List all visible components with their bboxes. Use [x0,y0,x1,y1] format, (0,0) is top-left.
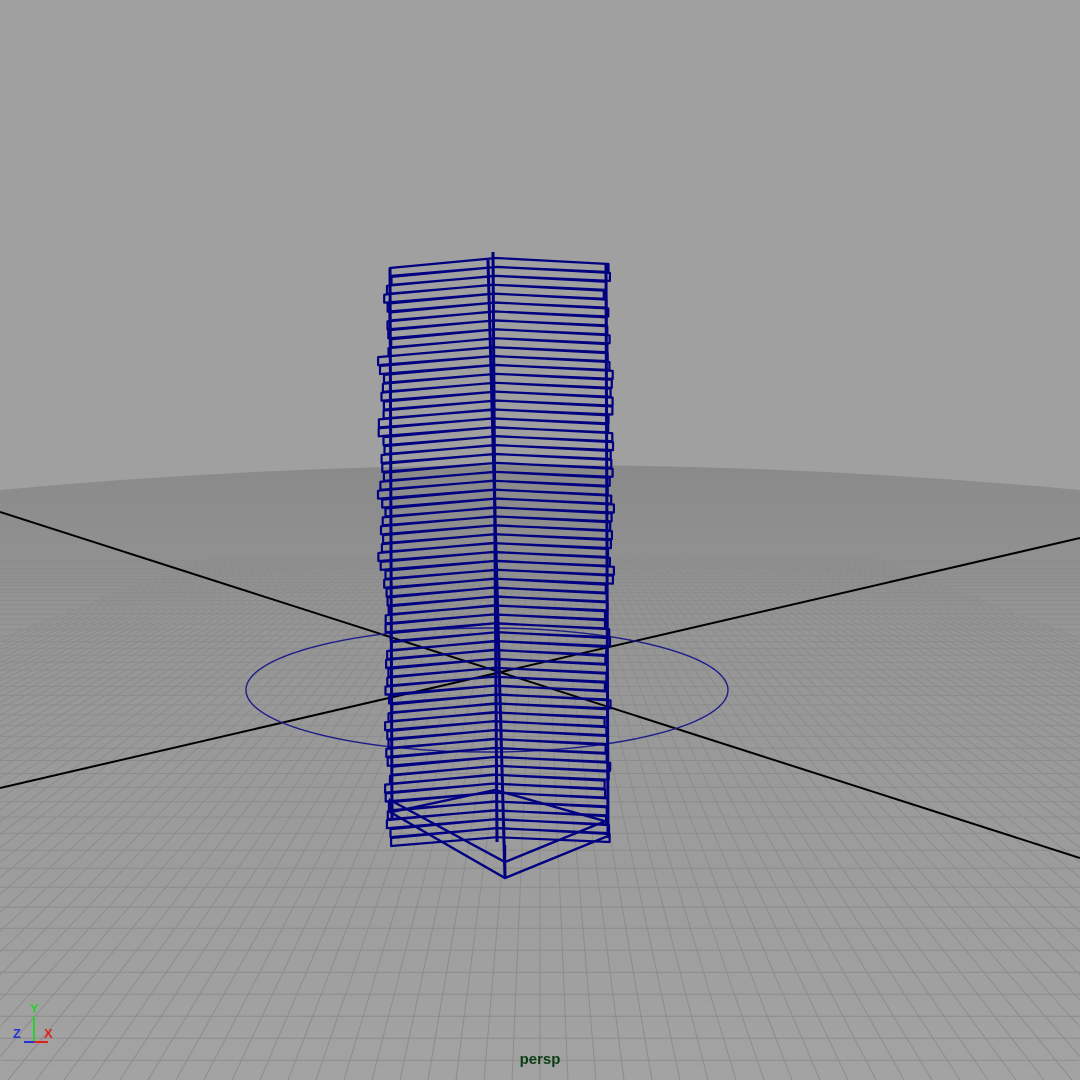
tower-corner-edge[interactable] [604,263,610,839]
view-axis-gizmo: Y Z X [10,1002,60,1052]
viewport-canvas[interactable] [0,0,1080,1080]
axis-z-label: Z [13,1026,21,1041]
perspective-viewport[interactable]: Y Z X persp [0,0,1080,1080]
tower-corner-edge[interactable] [388,267,394,821]
axis-x-label: X [44,1026,53,1041]
axis-y-label: Y [30,1001,39,1016]
